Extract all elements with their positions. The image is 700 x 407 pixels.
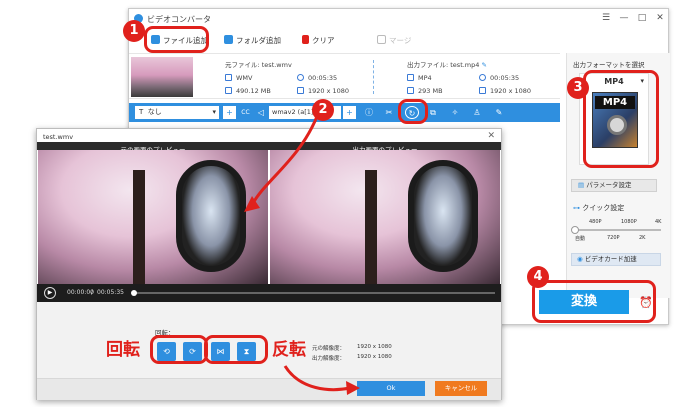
clear-button[interactable]: クリア bbox=[302, 35, 335, 47]
trash-icon bbox=[302, 35, 309, 44]
tree-trunk bbox=[133, 170, 145, 284]
resolution-icon bbox=[297, 87, 304, 94]
step-badge-2: 2 bbox=[312, 99, 334, 121]
ok-button[interactable]: Ok bbox=[357, 381, 425, 396]
output-size: 293 MB bbox=[407, 87, 443, 95]
flip-callout-text: 反転 bbox=[272, 340, 306, 360]
quality-slider[interactable] bbox=[571, 226, 661, 234]
minimize-button[interactable]: — bbox=[617, 12, 631, 25]
clock-icon bbox=[297, 74, 304, 81]
step-badge-4: 4 bbox=[527, 266, 549, 288]
player-bar: ▶ 00:00:00 / 00:05:35 bbox=[37, 284, 501, 302]
add-audio-button[interactable]: + bbox=[343, 106, 356, 119]
format-icon bbox=[225, 74, 232, 81]
chevron-down-icon: ▾ bbox=[212, 108, 216, 116]
video-thumbnail[interactable] bbox=[131, 57, 193, 97]
slider-thumb[interactable] bbox=[571, 226, 579, 234]
quality-slider-label-bottom-2: 720P bbox=[607, 235, 620, 241]
edit-icon[interactable]: ✎ bbox=[493, 106, 505, 119]
quality-slider-label-top-3: 4K bbox=[655, 219, 662, 225]
quick-setting-label: ⊶ クイック設定 bbox=[573, 204, 625, 212]
seek-thumb[interactable] bbox=[131, 290, 137, 296]
parameter-settings-button[interactable]: ▤ パラメータ設定 bbox=[571, 179, 657, 192]
original-resolution-value: 1920 x 1080 bbox=[357, 344, 392, 350]
step-badge-3: 3 bbox=[567, 77, 589, 99]
callout-box-format bbox=[583, 70, 659, 168]
step-badge-1: 1 bbox=[123, 20, 145, 42]
folder-plus-icon bbox=[224, 35, 233, 44]
original-preview-image bbox=[38, 150, 268, 284]
time-separator: / bbox=[91, 289, 94, 296]
original-resolution-label: 元の解像度： bbox=[312, 346, 346, 352]
filesize-icon bbox=[225, 87, 232, 94]
add-subtitle-button[interactable]: + bbox=[223, 106, 236, 119]
play-icon[interactable]: ▶ bbox=[44, 287, 56, 299]
edit-toolbar: T なし ▾ + CC ◁ wmav2 (a[1] + ⓘ ✂ ↻ ⧉ ✧ ♙ ✎ bbox=[129, 103, 560, 122]
dialog-title: test.wmv bbox=[43, 133, 74, 141]
close-icon[interactable]: ✕ bbox=[487, 131, 495, 141]
format-icon bbox=[407, 74, 414, 81]
file-row[interactable]: 元ファイル: test.wmv WMV 00:05:35 490.12 MB 1… bbox=[129, 53, 560, 99]
source-format: WMV bbox=[225, 74, 252, 82]
current-time: 00:00:00 bbox=[67, 289, 94, 296]
source-resolution: 1920 x 1080 bbox=[297, 87, 349, 95]
output-format: MP4 bbox=[407, 74, 432, 82]
mirror-shape bbox=[408, 160, 478, 272]
output-duration: 00:05:35 bbox=[479, 74, 519, 82]
title-bar: ビデオコンバータ ☰ — □ ✕ bbox=[129, 9, 668, 29]
info-icon[interactable]: ⓘ bbox=[363, 106, 375, 119]
output-format-heading: 出力フォーマットを選択 bbox=[573, 61, 645, 69]
callout-box-rotate-buttons bbox=[150, 335, 208, 364]
window-title: ビデオコンバータ bbox=[147, 15, 211, 24]
clock-icon bbox=[479, 74, 486, 81]
source-duration: 00:05:35 bbox=[297, 74, 337, 82]
quality-slider-label-bottom-3: 2K bbox=[639, 235, 646, 241]
resolution-icon bbox=[479, 87, 486, 94]
cc-icon[interactable]: CC bbox=[239, 106, 252, 119]
dialog-footer bbox=[37, 378, 501, 400]
arrow-divider bbox=[364, 60, 374, 94]
output-resolution-label: 出力解像度： bbox=[312, 356, 346, 362]
crop-icon[interactable]: ⧉ bbox=[427, 106, 439, 119]
slider-icon: ⊶ bbox=[573, 204, 580, 212]
cancel-button[interactable]: キャンセル bbox=[435, 381, 487, 396]
quality-slider-label-top-1: 480P bbox=[589, 219, 602, 225]
effects-icon[interactable]: ✧ bbox=[449, 106, 461, 119]
output-resolution: 1920 x 1080 bbox=[479, 87, 531, 95]
volume-icon: ◁ bbox=[257, 108, 265, 117]
add-folder-button[interactable]: フォルダ追加 bbox=[224, 35, 281, 47]
edit-pencil-icon[interactable]: ✎ bbox=[481, 61, 486, 69]
output-resolution-value: 1920 x 1080 bbox=[357, 354, 392, 360]
callout-box-rotate-tool bbox=[398, 99, 428, 124]
gpu-acceleration-toggle[interactable]: ◉ ビデオカード加速 bbox=[571, 253, 661, 266]
gpu-icon: ◉ bbox=[577, 255, 583, 263]
quality-slider-label-top-2: 1080P bbox=[621, 219, 637, 225]
close-button[interactable]: ✕ bbox=[653, 12, 667, 25]
callout-box-flip-buttons bbox=[204, 335, 268, 364]
callout-box-add-file bbox=[144, 26, 209, 53]
merge-icon bbox=[377, 35, 386, 44]
maximize-button[interactable]: □ bbox=[635, 12, 649, 25]
tree-trunk bbox=[365, 170, 377, 284]
convert-button[interactable]: 変換 bbox=[539, 290, 629, 314]
output-file-label: 出力ファイル: test.mp4 ✎ bbox=[407, 61, 487, 69]
total-time: 00:05:35 bbox=[97, 289, 124, 296]
seek-bar[interactable] bbox=[131, 290, 495, 296]
subtitle-select[interactable]: T なし ▾ bbox=[135, 106, 219, 119]
output-preview-image bbox=[270, 150, 500, 284]
mirror-shape bbox=[176, 160, 246, 272]
source-size: 490.12 MB bbox=[225, 87, 271, 95]
toolbar: ファイル追加 フォルダ追加 クリア マージ bbox=[129, 31, 668, 51]
filesize-icon bbox=[407, 87, 414, 94]
rotate-callout-text: 回転 bbox=[106, 340, 140, 360]
merge-button[interactable]: マージ bbox=[377, 35, 411, 47]
quality-slider-label-bottom-1: 自動 bbox=[575, 236, 586, 242]
watermark-icon[interactable]: ♙ bbox=[471, 106, 483, 119]
settings-sliders-icon: ▤ bbox=[578, 181, 585, 189]
menu-button[interactable]: ☰ bbox=[599, 12, 613, 25]
cut-icon[interactable]: ✂ bbox=[383, 106, 395, 119]
source-file-label: 元ファイル: test.wmv bbox=[225, 61, 292, 69]
